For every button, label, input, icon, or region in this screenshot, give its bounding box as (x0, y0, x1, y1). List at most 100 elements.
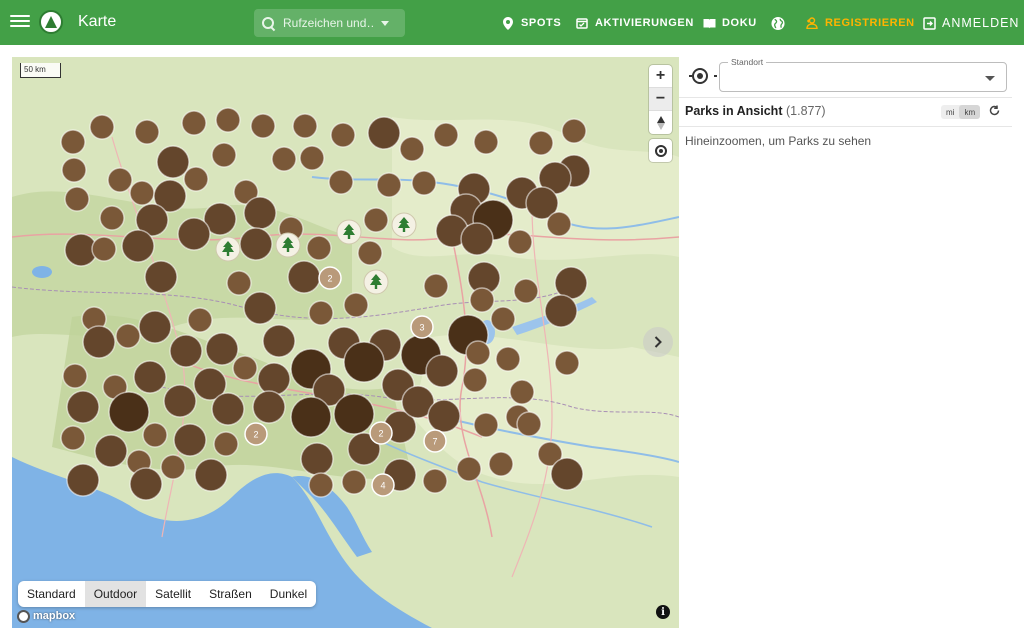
park-marker[interactable] (306, 235, 332, 261)
search-input[interactable] (283, 16, 375, 30)
unit-mi[interactable]: mi (941, 105, 959, 119)
park-marker[interactable] (181, 110, 207, 136)
park-marker[interactable] (528, 130, 554, 156)
park-marker[interactable] (62, 363, 88, 389)
park-marker[interactable] (271, 146, 297, 172)
park-marker[interactable] (460, 222, 494, 256)
park-marker[interactable] (516, 411, 542, 437)
park-marker[interactable] (433, 122, 459, 148)
cluster-marker[interactable]: 2 (244, 422, 268, 446)
park-marker[interactable] (425, 354, 459, 388)
park-marker[interactable] (129, 467, 163, 501)
park-marker[interactable] (422, 468, 448, 494)
park-marker[interactable] (211, 142, 237, 168)
map-canvas[interactable]: 2 3 2 2 7 4 (12, 57, 679, 628)
tree-icon[interactable] (391, 212, 417, 238)
park-marker[interactable] (160, 454, 186, 480)
park-marker[interactable] (328, 169, 354, 195)
park-marker[interactable] (183, 166, 209, 192)
park-marker[interactable] (495, 346, 521, 372)
park-marker[interactable] (333, 393, 375, 435)
mapbox-logo[interactable]: mapbox (17, 608, 75, 624)
nav-anmelden[interactable]: ANMELDEN (922, 14, 1019, 32)
park-marker[interactable] (423, 273, 449, 299)
park-marker[interactable] (456, 456, 482, 482)
zoom-in-button[interactable]: + (649, 65, 672, 88)
park-marker[interactable] (290, 396, 332, 438)
geolocate-button[interactable] (649, 139, 672, 162)
cluster-marker[interactable]: 2 (318, 266, 342, 290)
park-marker[interactable] (239, 227, 273, 261)
park-marker[interactable] (550, 457, 584, 491)
park-marker[interactable] (250, 113, 276, 139)
logo-icon[interactable] (39, 10, 63, 34)
attribution-info-button[interactable]: i (656, 605, 670, 619)
park-marker[interactable] (205, 332, 239, 366)
park-marker[interactable] (156, 145, 190, 179)
nav-aktivierungen[interactable]: AKTIVIERUNGEN (575, 14, 694, 32)
park-marker[interactable] (213, 431, 239, 457)
park-marker[interactable] (61, 157, 87, 183)
park-marker[interactable] (115, 323, 141, 349)
tree-icon[interactable] (363, 269, 389, 295)
cluster-marker[interactable]: 7 (423, 429, 447, 453)
park-marker[interactable] (60, 129, 86, 155)
park-marker[interactable] (376, 172, 402, 198)
park-marker[interactable] (243, 196, 277, 230)
park-marker[interactable] (194, 458, 228, 492)
park-marker[interactable] (89, 114, 115, 140)
park-marker[interactable] (343, 341, 385, 383)
location-input[interactable] (728, 69, 978, 87)
park-marker[interactable] (473, 412, 499, 438)
style-standard[interactable]: Standard (18, 581, 85, 607)
nav-registrieren[interactable]: REGISTRIEREN (805, 14, 915, 32)
park-marker[interactable] (252, 390, 286, 424)
park-marker[interactable] (163, 384, 197, 418)
park-marker[interactable] (509, 379, 535, 405)
park-marker[interactable] (554, 266, 588, 300)
park-marker[interactable] (488, 451, 514, 477)
park-marker[interactable] (91, 236, 117, 262)
refresh-icon[interactable] (989, 103, 1000, 119)
park-marker[interactable] (462, 367, 488, 393)
park-marker[interactable] (133, 360, 167, 394)
park-marker[interactable] (308, 472, 334, 498)
cluster-marker[interactable]: 2 (369, 421, 393, 445)
park-map[interactable]: 2 3 2 2 7 4 50 km + − Standard Outdoor Satell… (12, 57, 679, 628)
chevron-down-icon[interactable] (985, 76, 995, 81)
park-marker[interactable] (473, 129, 499, 155)
park-marker[interactable] (357, 240, 383, 266)
park-marker[interactable] (134, 119, 160, 145)
style-strassen[interactable]: Straßen (200, 581, 261, 607)
park-marker[interactable] (232, 355, 258, 381)
nav-doku[interactable]: DOKU (702, 14, 757, 32)
park-marker[interactable] (215, 107, 241, 133)
park-marker[interactable] (544, 294, 578, 328)
style-satellit[interactable]: Satellit (146, 581, 200, 607)
park-marker[interactable] (292, 113, 318, 139)
park-marker[interactable] (66, 390, 100, 424)
unit-km[interactable]: km (959, 105, 981, 119)
park-marker[interactable] (142, 422, 168, 448)
expand-panel-button[interactable] (643, 327, 673, 357)
nav-spots[interactable]: SPOTS (501, 14, 561, 32)
park-marker[interactable] (173, 423, 207, 457)
park-marker[interactable] (226, 270, 252, 296)
location-field[interactable]: Standort (719, 57, 1007, 92)
zoom-out-button[interactable]: − (649, 88, 672, 111)
park-marker[interactable] (299, 145, 325, 171)
park-marker[interactable] (262, 324, 296, 358)
park-marker[interactable] (107, 167, 133, 193)
chevron-down-icon[interactable] (381, 20, 389, 26)
park-marker[interactable] (94, 434, 128, 468)
cluster-marker[interactable]: 4 (371, 473, 395, 497)
park-marker[interactable] (341, 469, 367, 495)
park-marker[interactable] (211, 392, 245, 426)
park-marker[interactable] (469, 287, 495, 313)
park-marker[interactable] (546, 211, 572, 237)
language-button[interactable] (771, 14, 791, 32)
park-marker[interactable] (465, 340, 491, 366)
park-marker[interactable] (399, 136, 425, 162)
park-marker[interactable] (507, 229, 533, 255)
park-marker[interactable] (300, 442, 334, 476)
